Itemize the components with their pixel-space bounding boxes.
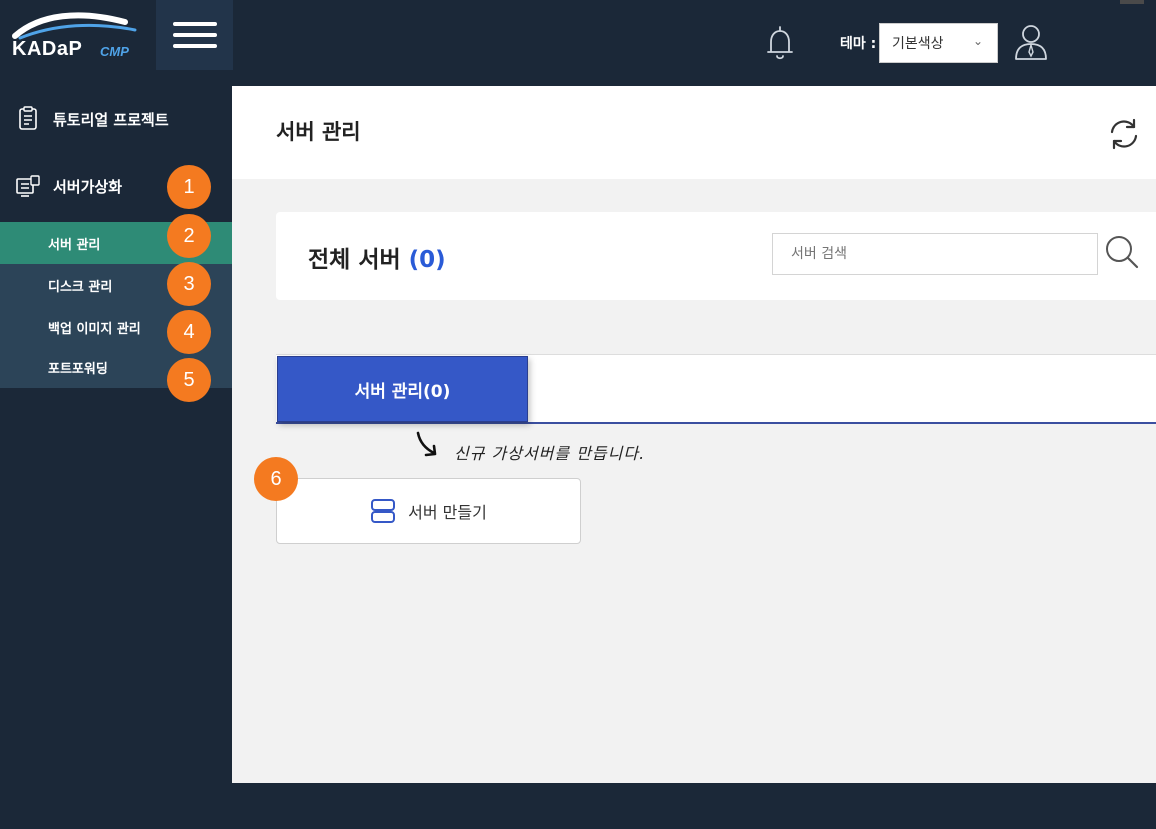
hint-text: 신규 가상서버를 만듭니다. — [454, 444, 646, 463]
step-badge: 3 — [167, 262, 211, 306]
menu-toggle-button[interactable] — [156, 0, 233, 70]
server-summary-panel: 전체 서버 (0) — [276, 212, 1156, 300]
page-title: 서버 관리 — [276, 120, 361, 144]
hamburger-line — [172, 22, 217, 26]
summary-title: 전체 서버 (0) — [308, 240, 446, 274]
hamburger-line — [172, 33, 217, 37]
chevron-down-icon: ⌄ — [972, 34, 983, 48]
step-badge: 2 — [167, 214, 211, 258]
step-badge: 6 — [254, 457, 298, 501]
submenu-item-label: 백업 이미지 관리 — [48, 321, 141, 337]
page-header: 서버 관리 — [232, 86, 1156, 179]
step-badge: 4 — [167, 310, 211, 354]
tab-bar: 서버 관리(0) — [276, 354, 1156, 424]
search-icon[interactable] — [1104, 234, 1140, 270]
curved-arrow-icon — [416, 431, 437, 457]
step-badge: 1 — [167, 165, 211, 209]
logo-wave-icon — [12, 12, 137, 40]
refresh-icon[interactable] — [1106, 116, 1142, 152]
sidebar-item-label: 서버가상화 — [53, 177, 123, 196]
logo-sub-text: CMP — [100, 44, 129, 59]
sidebar-item-label: 튜토리얼 프로젝트 — [53, 110, 169, 129]
theme-select[interactable]: 기본색상 ⌄ — [879, 23, 998, 63]
bell-icon[interactable] — [764, 24, 796, 62]
step-badge: 5 — [167, 358, 211, 402]
app-logo[interactable]: KADaP CMP — [0, 0, 156, 86]
hamburger-line — [172, 44, 217, 48]
tab-server-management[interactable]: 서버 관리(0) — [277, 356, 528, 422]
server-search-input[interactable] — [772, 233, 1098, 275]
server-virtualization-icon — [16, 175, 40, 197]
summary-title-text: 전체 서버 — [308, 247, 401, 273]
sidebar-item-tutorial-project[interactable]: 튜토리얼 프로젝트 — [0, 99, 232, 139]
logo-text: KADaP — [12, 38, 83, 60]
theme-label: 테마 : — [840, 36, 877, 52]
window-corner-mark — [1120, 0, 1144, 4]
server-icon — [371, 499, 396, 523]
clipboard-icon — [19, 106, 37, 130]
create-server-button[interactable]: 서버 만들기 — [276, 478, 581, 544]
user-profile-icon[interactable] — [1012, 22, 1050, 62]
summary-count: (0) — [408, 247, 446, 273]
create-server-button-label: 서버 만들기 — [408, 503, 487, 522]
submenu-item-label: 디스크 관리 — [48, 279, 113, 295]
theme-select-value: 기본색상 — [892, 36, 944, 52]
main-content: 서버 관리 전체 서버 (0) 서버 관리(0) 신규 가상서버를 만듭니다. — [232, 86, 1156, 783]
submenu-item-label: 포트포워딩 — [48, 361, 108, 377]
submenu-item-label: 서버 관리 — [48, 237, 101, 253]
